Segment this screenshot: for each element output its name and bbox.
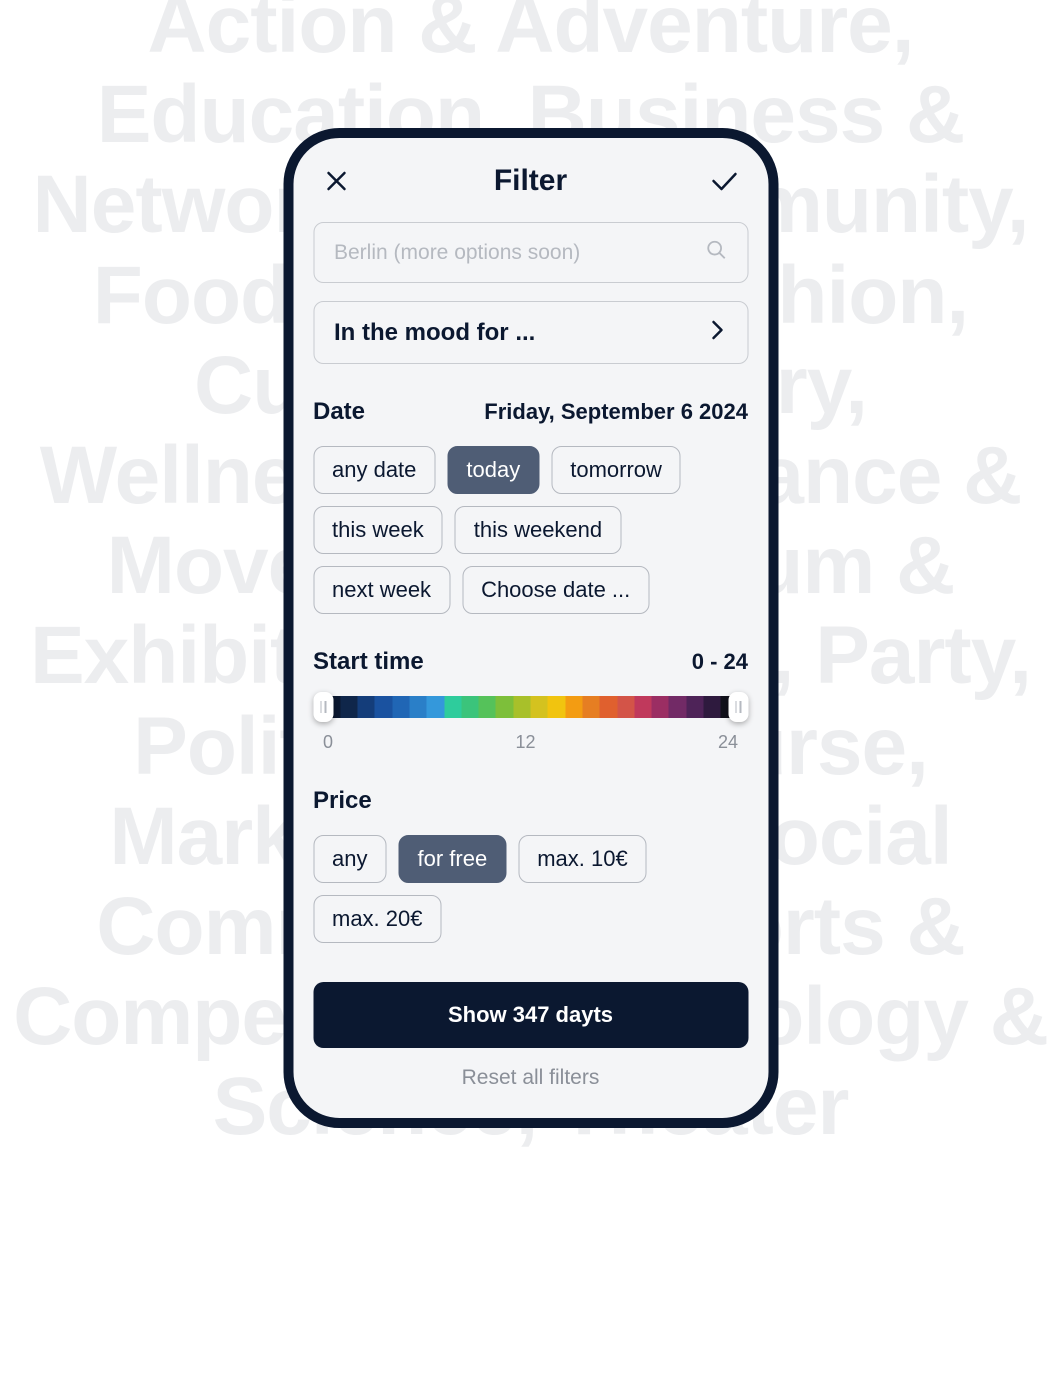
modal-header: Filter — [293, 138, 768, 212]
date-chip-3[interactable]: this week — [313, 506, 443, 554]
tick-12: 12 — [515, 732, 535, 753]
price-chip-2[interactable]: max. 10€ — [518, 835, 647, 883]
price-chip-3[interactable]: max. 20€ — [313, 895, 442, 943]
start-time-value: 0 - 24 — [692, 649, 748, 675]
start-time-label: Start time — [313, 648, 424, 676]
mood-label: In the mood for ... — [334, 319, 535, 347]
search-icon — [705, 239, 727, 266]
price-chip-1[interactable]: for free — [398, 835, 506, 883]
phone-frame: Filter Berlin (more options soon) In the… — [283, 128, 778, 1128]
reset-filters-button[interactable]: Reset all filters — [313, 1048, 748, 1094]
date-label: Date — [313, 398, 365, 426]
tick-0: 0 — [323, 732, 333, 753]
date-chip-2[interactable]: tomorrow — [551, 446, 681, 494]
modal-footer: Show 347 dayts Reset all filters — [293, 962, 768, 1118]
start-time-section-header: Start time 0 - 24 — [313, 648, 748, 676]
slider-handle-right[interactable] — [728, 692, 748, 722]
date-chip-6[interactable]: Choose date ... — [462, 566, 649, 614]
slider-handle-left[interactable] — [313, 692, 333, 722]
price-section-header: Price — [313, 787, 748, 815]
date-chip-0[interactable]: any date — [313, 446, 435, 494]
location-placeholder: Berlin (more options soon) — [334, 241, 580, 265]
price-chips: anyfor freemax. 10€ max. 20€ — [313, 835, 748, 943]
mood-selector[interactable]: In the mood for ... — [313, 301, 748, 364]
show-results-button[interactable]: Show 347 dayts — [313, 982, 748, 1048]
chevron-right-icon — [707, 318, 727, 347]
tick-24: 24 — [718, 732, 738, 753]
date-chips: any datetodaytomorrow this weekthis weeke… — [313, 446, 748, 614]
slider-track — [323, 696, 738, 718]
confirm-icon[interactable] — [708, 164, 742, 198]
close-icon[interactable] — [319, 164, 353, 198]
location-input: Berlin (more options soon) — [313, 222, 748, 283]
start-time-slider[interactable] — [313, 696, 748, 718]
price-chip-0[interactable]: any — [313, 835, 386, 883]
date-chip-1[interactable]: today — [447, 446, 539, 494]
date-section-header: Date Friday, September 6 2024 — [313, 398, 748, 426]
date-value: Friday, September 6 2024 — [484, 399, 748, 425]
slider-ticks: 0 12 24 — [323, 732, 738, 753]
price-label: Price — [313, 787, 372, 815]
modal-title: Filter — [494, 164, 567, 198]
modal-content: Berlin (more options soon) In the mood f… — [293, 212, 768, 962]
date-chip-5[interactable]: next week — [313, 566, 450, 614]
date-chip-4[interactable]: this weekend — [455, 506, 621, 554]
